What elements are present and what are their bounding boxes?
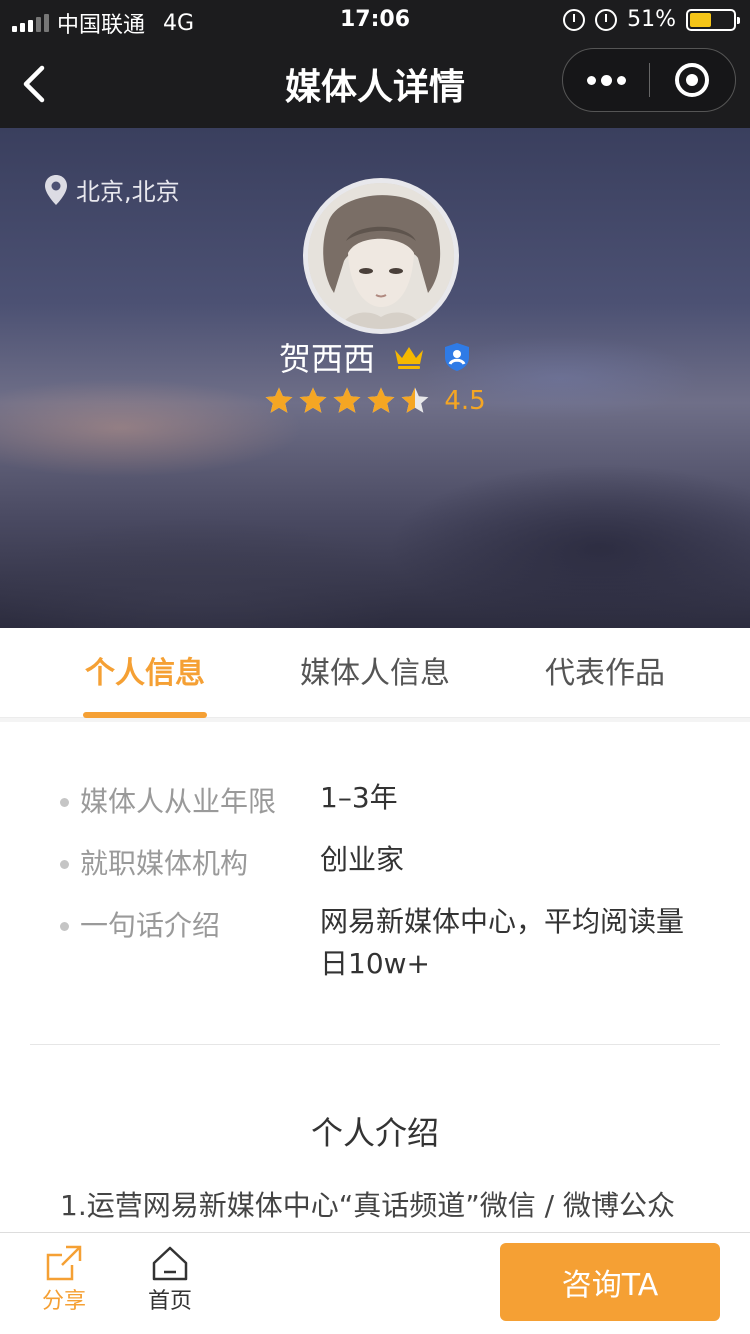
location-pin-icon [45, 174, 67, 205]
verified-shield-icon [445, 343, 469, 371]
rating-stars [264, 386, 430, 416]
alarm-icon [595, 8, 618, 31]
rating-row: 4.5 [0, 386, 750, 416]
close-mini-program-button[interactable] [649, 49, 735, 111]
location: 北京,北京 [44, 172, 180, 207]
tab-personal-info[interactable]: 个人信息 [85, 648, 205, 692]
battery-icon [686, 8, 740, 31]
section-divider [30, 1044, 720, 1045]
share-label: 分享 [41, 1289, 86, 1314]
bullet-dot [60, 860, 69, 869]
status-bar: 中国联通 4G 17:06 51% [0, 0, 750, 40]
nav-bar: 媒体人详情 [0, 40, 750, 128]
location-text: 北京,北京 [76, 178, 180, 206]
bullet-dot [60, 922, 69, 931]
personal-info-panel: 媒体人从业年限 1–3年 就职媒体机构 创业家 一句话介绍 网易新媒体中心，平均… [0, 722, 750, 1232]
back-button[interactable] [16, 60, 56, 108]
home-button[interactable]: 首页 [130, 1243, 210, 1315]
orientation-lock-icon [563, 8, 586, 31]
tab-works[interactable]: 代表作品 [545, 648, 665, 692]
star-icon [401, 387, 429, 413]
battery-percent: 51% [627, 7, 676, 32]
avatar-image [308, 183, 454, 329]
info-row-organization: 就职媒体机构 创业家 [60, 842, 690, 882]
star-icon [367, 387, 395, 413]
bullet-dot [60, 798, 69, 807]
more-button[interactable] [563, 49, 649, 111]
consult-button[interactable]: 咨询TA [500, 1243, 720, 1321]
status-right: 51% [563, 7, 740, 32]
user-name: 贺西西 [278, 340, 375, 378]
info-label: 一句话介绍 [80, 909, 221, 942]
profile-hero: 北京,北京 贺西西 4.5 [0, 128, 750, 628]
info-row-intro: 一句话介绍 网易新媒体中心，平均阅读量日10w+ [60, 904, 690, 985]
tab-bar: 个人信息 媒体人信息 代表作品 [0, 628, 750, 718]
more-dots-icon [586, 74, 626, 86]
bottom-action-bar: 分享 首页 咨询TA [0, 1232, 750, 1334]
share-icon [46, 1245, 82, 1281]
mini-program-capsule [562, 48, 736, 112]
name-row: 贺西西 [0, 334, 750, 380]
avatar[interactable] [303, 178, 459, 334]
star-icon [265, 387, 293, 413]
target-close-icon [675, 63, 709, 97]
battery-level [690, 12, 712, 27]
intro-text: 1.运营网易新媒体中心“真话频道”微信 / 微博公众 [60, 1189, 675, 1222]
info-value: 创业家 [320, 843, 405, 876]
crown-icon [395, 347, 423, 369]
star-icon [299, 387, 327, 413]
home-icon [152, 1246, 188, 1281]
info-value: 1–3年 [320, 781, 398, 814]
star-icon [333, 387, 361, 413]
home-label: 首页 [147, 1289, 192, 1314]
intro-section-title: 个人介绍 [310, 1114, 439, 1152]
info-value: 网易新媒体中心，平均阅读量日10w+ [320, 905, 685, 980]
info-row-years: 媒体人从业年限 1–3年 [60, 780, 690, 820]
chevron-left-icon [23, 65, 45, 103]
share-button[interactable]: 分享 [24, 1243, 104, 1315]
tab-media-info[interactable]: 媒体人信息 [300, 648, 450, 692]
info-label: 媒体人从业年限 [80, 785, 277, 818]
info-label: 就职媒体机构 [80, 847, 249, 880]
active-tab-indicator [83, 712, 207, 718]
rating-value: 4.5 [444, 386, 486, 416]
